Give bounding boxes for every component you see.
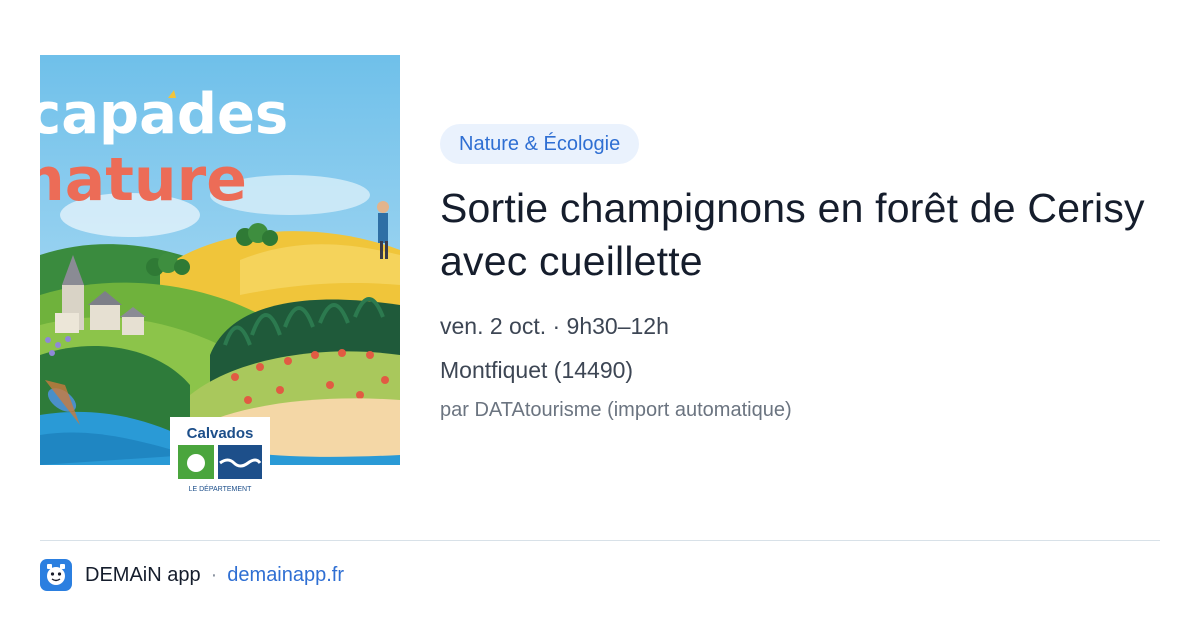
poster-title-line2: nature [40,145,247,215]
demain-app-icon [40,559,72,591]
event-location: Montfiquet (14490) [440,357,634,383]
event-poster-image: capades nature Calvados LE DÉPARTEMENT [40,55,400,495]
app-url-link[interactable]: demainapp.fr [227,564,344,587]
app-name: DEMAiN app [85,563,201,586]
footer: DEMAiN app · demainapp.fr [40,558,344,592]
calvados-logo: Calvados LE DÉPARTEMENT [170,417,270,495]
logo-sub: LE DÉPARTEMENT [189,484,252,493]
event-date-time: ven. 2 oct. · 9h30–12h [440,313,669,339]
event-title[interactable]: Sortie champignons en forêt de Cerisy av… [440,182,1160,288]
category-badge[interactable]: Nature & Écologie [440,124,640,164]
logo-name: Calvados [187,425,254,442]
event-card[interactable]: capades nature Calvados LE DÉPARTEMENT N… [0,0,1200,630]
poster-title-line1: capades [40,82,288,147]
footer-divider [40,540,1160,541]
footer-separator: · [210,563,218,586]
event-source: par DATAtourisme (import automatique) [440,399,792,421]
event-info: Nature & Écologie Sortie champignons en … [440,124,1160,424]
